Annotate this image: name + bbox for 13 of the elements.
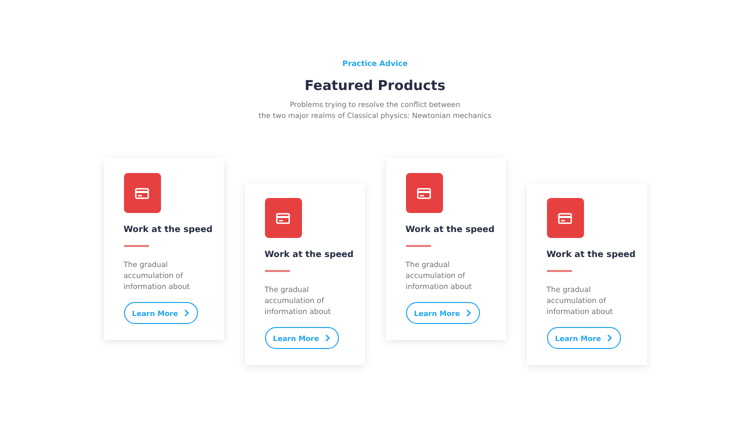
chevron-right-icon (324, 334, 330, 342)
chevron-right-icon (606, 334, 612, 342)
card-title: Work at the speed (406, 225, 495, 235)
chevron-right-icon (466, 309, 471, 317)
card-title: Work at the speed (124, 225, 213, 235)
card-title: Work at the speed (546, 250, 636, 260)
card-icon (264, 198, 302, 238)
card-icon (406, 173, 442, 213)
card-icon (546, 198, 584, 238)
chevron-right-icon (184, 309, 189, 317)
card-title: Work at the speed (264, 250, 354, 260)
card-icon (124, 173, 160, 213)
section-title: Featured Products (304, 78, 446, 94)
